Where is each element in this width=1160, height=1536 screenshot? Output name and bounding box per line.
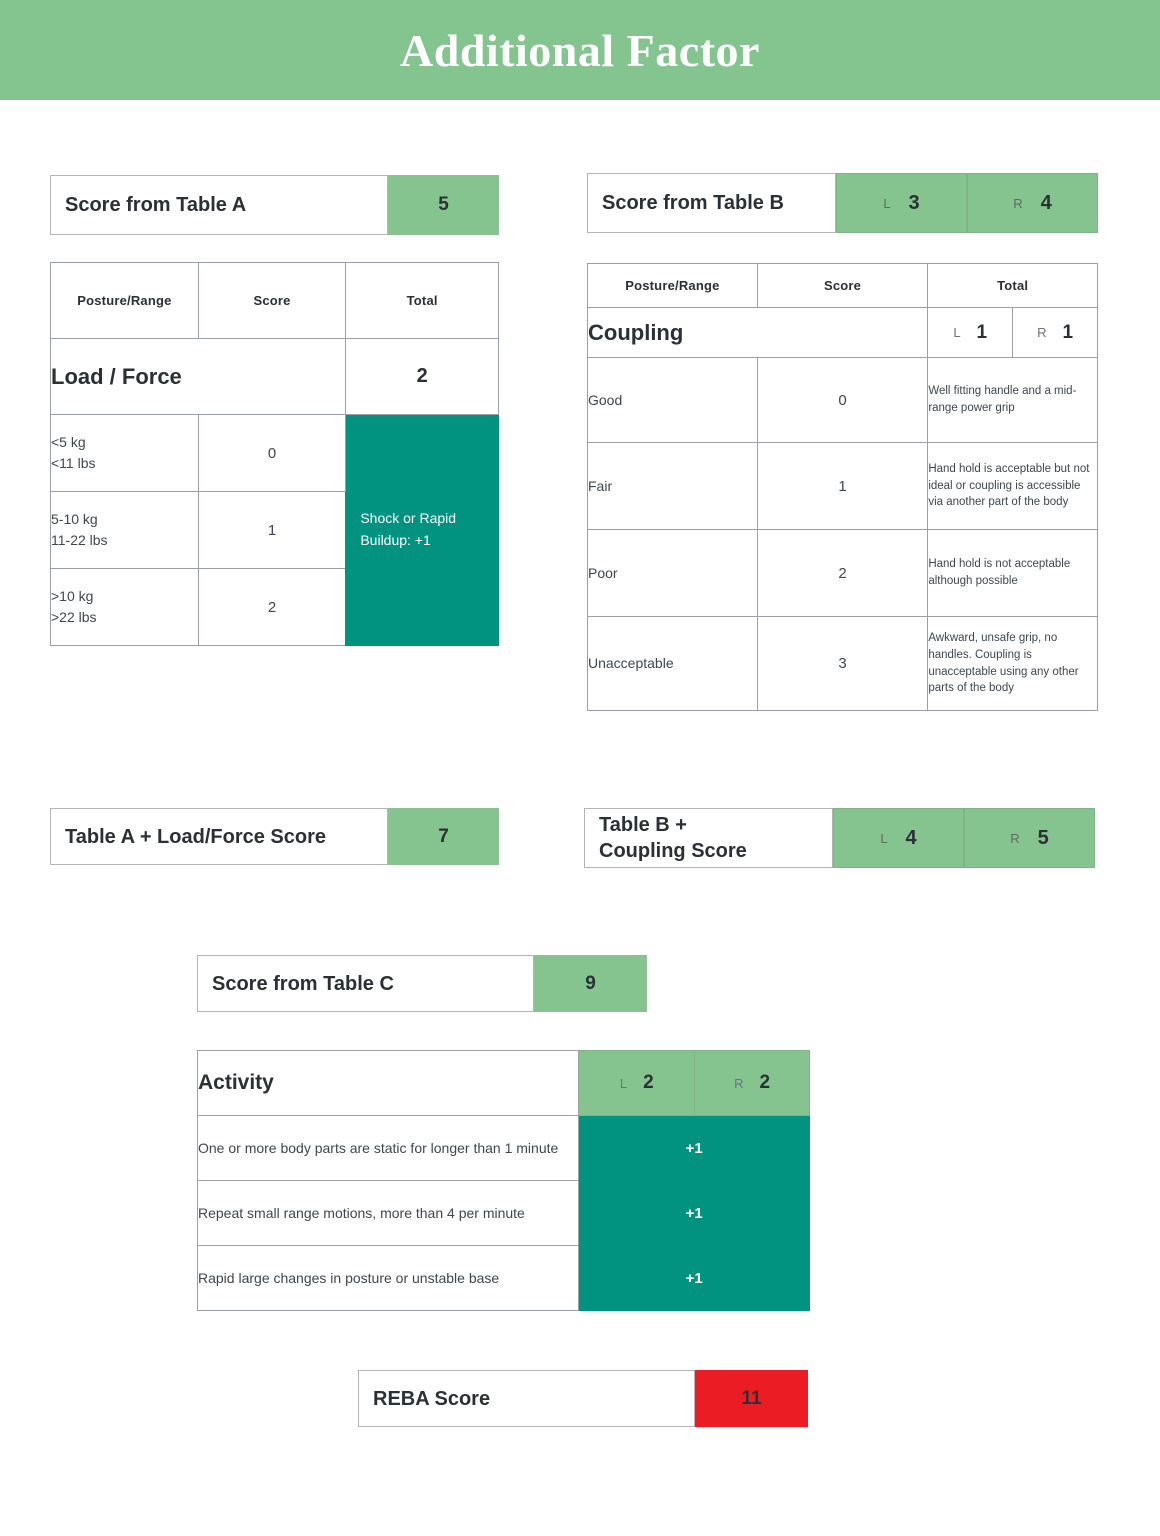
load-range-1: 5-10 kg 11-22 lbs [50,491,199,569]
coupling-desc-0: Well fitting handle and a mid-range powe… [927,357,1098,443]
coupling-score-1[interactable]: 1 [756,442,929,530]
activity-value-2[interactable]: +1 [578,1245,810,1311]
right-side-value: 2 [759,1072,771,1093]
activity-value-0[interactable]: +1 [578,1115,810,1181]
table-row: One or more body parts are static for lo… [196,1115,810,1181]
load-score-2[interactable]: 2 [197,568,347,646]
coupling-name-0: Good [587,357,758,443]
load-force-total[interactable]: 2 [345,338,499,415]
score-from-table-b-left[interactable]: L 3 [836,173,967,233]
coupling-score-0[interactable]: 0 [756,357,929,443]
page-banner: Additional Factor [0,0,1160,100]
right-side-label: R [1013,195,1023,211]
table-a-plus-load-force-label: Table A + Load/Force Score [50,808,388,865]
header-total: Total [927,263,1098,308]
left-side-label: L [883,195,891,211]
right-side-label: R [1037,325,1047,340]
page-title: Additional Factor [400,24,760,76]
load-range-2-text: >10 kg >22 lbs [51,588,97,625]
score-from-table-b-label: Score from Table B [587,173,836,233]
coupling-total-left[interactable]: L 1 [927,307,1014,358]
table-row: Fair 1 Hand hold is acceptable but not i… [587,442,1098,530]
table-a-plus-load-force-bar: Table A + Load/Force Score 7 [50,808,499,865]
header-posture-range: Posture/Range [587,263,758,308]
header-score: Score [197,262,347,339]
activity-total-right[interactable]: R 2 [694,1050,810,1116]
coupling-desc-3: Awkward, unsafe grip, no handles. Coupli… [927,616,1098,711]
header-total: Total [345,262,499,339]
table-a-plus-load-force-value[interactable]: 7 [388,808,499,865]
shock-rapid-buildup-text: Shock or Rapid Buildup: +1 [360,510,457,548]
load-force-table: Posture/Range Score Total Load / Force 2… [49,262,499,646]
coupling-desc-1: Hand hold is acceptable but not ideal or… [927,442,1098,530]
coupling-section-label: Coupling [586,307,929,358]
table-b-plus-coupling-right[interactable]: R 5 [964,808,1095,868]
activity-desc-2: Rapid large changes in posture or unstab… [196,1245,580,1311]
reba-score-label: REBA Score [358,1370,695,1427]
load-score-1[interactable]: 1 [197,491,347,569]
left-side-label: L [880,830,888,846]
score-from-table-c-bar: Score from Table C 9 [197,955,647,1012]
right-side-value: 1 [1062,321,1074,343]
activity-title: Activity [196,1050,580,1116]
activity-desc-0: One or more body parts are static for lo… [196,1115,580,1181]
header-posture-range: Posture/Range [50,262,199,339]
shock-rapid-buildup-cell[interactable]: Shock or Rapid Buildup: +1 [345,414,499,646]
load-force-section-label: Load / Force [49,338,347,415]
load-range-2: >10 kg >22 lbs [50,568,199,646]
reba-score-bar: REBA Score 11 [358,1370,808,1427]
score-from-table-a-value[interactable]: 5 [388,175,499,235]
score-from-table-a-label: Score from Table A [50,175,388,235]
table-row: Rapid large changes in posture or unstab… [196,1245,810,1311]
left-side-value: 1 [976,321,988,343]
left-side-value: 3 [908,191,920,214]
activity-total-left[interactable]: L 2 [578,1050,696,1116]
right-side-value: 4 [1040,191,1052,214]
right-side-label: R [1010,830,1020,846]
score-from-table-a-bar: Score from Table A 5 [50,175,499,235]
table-header-row: Posture/Range Score Total [50,262,499,339]
left-side-label: L [619,1075,628,1091]
activity-header-row: Activity L 2 R 2 [196,1050,810,1116]
activity-table: Activity L 2 R 2 One or more body parts … [196,1050,810,1311]
score-from-table-b-bar: Score from Table B L 3 R 4 [587,173,1098,233]
coupling-score-3[interactable]: 3 [756,616,929,711]
activity-value-1[interactable]: +1 [578,1180,810,1246]
coupling-desc-2: Hand hold is not acceptable although pos… [927,529,1098,617]
table-b-plus-coupling-label: Table B + Coupling Score [584,808,833,868]
coupling-name-2: Poor [587,529,758,617]
table-row: <5 kg <11 lbs 0 Shock or Rapid Buildup: … [50,414,499,646]
table-row: Unacceptable 3 Awkward, unsafe grip, no … [587,616,1098,711]
load-range-1-text: 5-10 kg 11-22 lbs [51,511,108,548]
reba-score-value[interactable]: 11 [695,1370,808,1427]
score-from-table-b-right[interactable]: R 4 [967,173,1098,233]
coupling-name-3: Unacceptable [587,616,758,711]
coupling-section-row: Coupling L 1 R 1 [586,307,1098,358]
coupling-score-2[interactable]: 2 [756,529,929,617]
table-row: Repeat small range motions, more than 4 … [196,1180,810,1246]
left-side-value: 4 [905,826,917,849]
header-score: Score [756,263,929,308]
table-b-plus-coupling-bar: Table B + Coupling Score L 4 R 5 [584,808,1095,868]
activity-desc-1: Repeat small range motions, more than 4 … [196,1180,580,1246]
score-from-table-c-value[interactable]: 9 [534,955,647,1012]
table-b-plus-coupling-left[interactable]: L 4 [833,808,964,868]
score-from-table-c-label: Score from Table C [197,955,534,1012]
table-header-row: Posture/Range Score Total [587,263,1098,308]
load-range-0-text: <5 kg <11 lbs [51,434,96,471]
right-side-value: 5 [1037,826,1049,849]
load-range-0: <5 kg <11 lbs [50,414,199,492]
left-side-label: L [953,325,961,340]
left-side-value: 2 [643,1072,654,1093]
table-row: Good 0 Well fitting handle and a mid-ran… [587,357,1098,443]
coupling-table: Posture/Range Score Total Coupling L 1 R… [586,263,1098,711]
table-row: Poor 2 Hand hold is not acceptable altho… [587,529,1098,617]
load-score-0[interactable]: 0 [197,414,347,492]
coupling-total-right[interactable]: R 1 [1012,307,1098,358]
coupling-name-1: Fair [587,442,758,530]
right-side-label: R [734,1075,744,1091]
load-force-section-row: Load / Force 2 [49,338,499,415]
